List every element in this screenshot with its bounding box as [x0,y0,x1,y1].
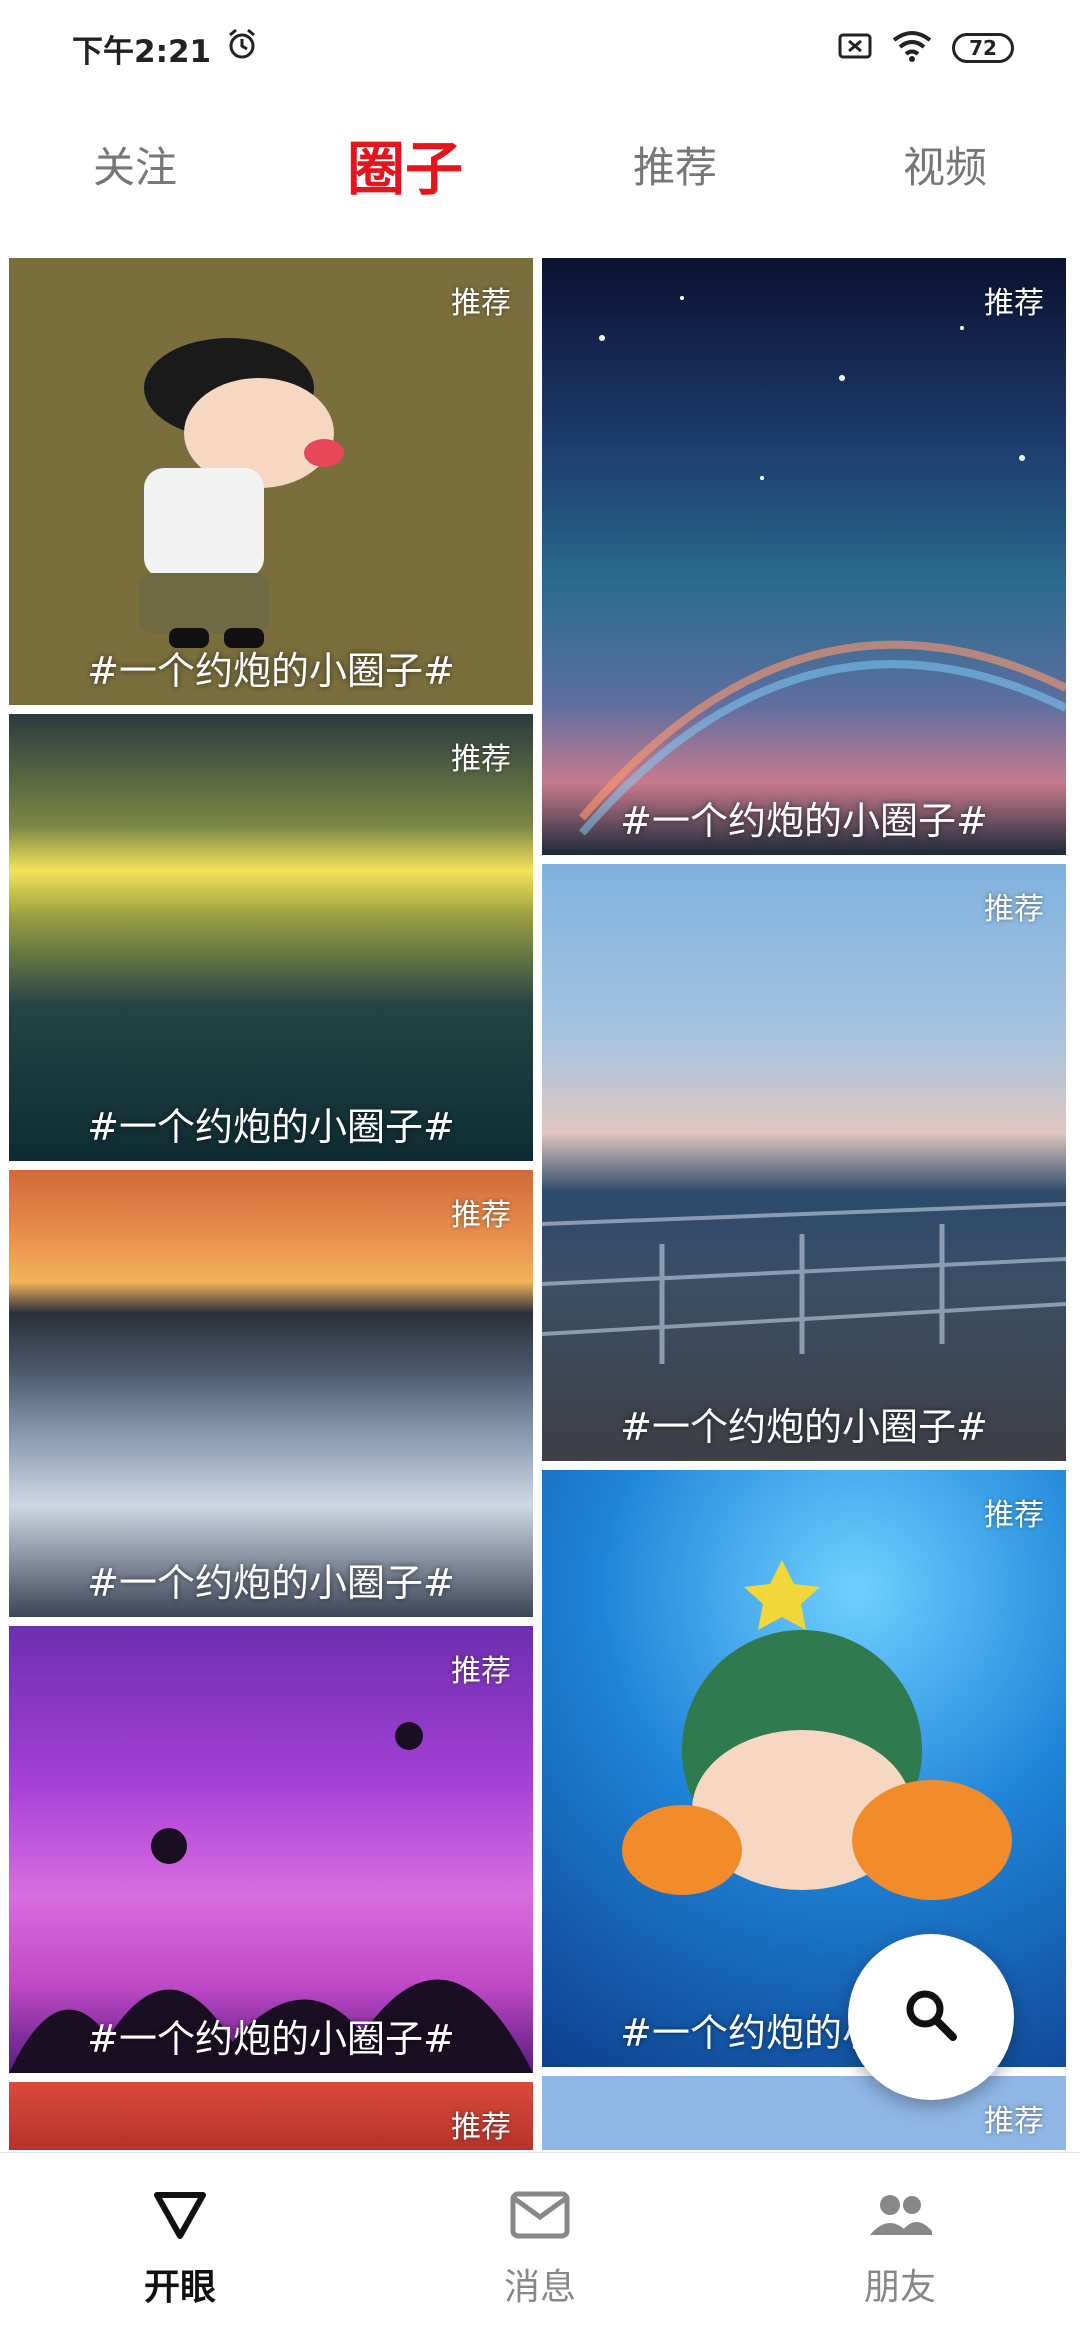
card-title: #一个约炮的小圈子# [87,1105,455,1149]
recommend-badge: 推荐 [984,1498,1044,1533]
bottom-nav: 开眼 消息 朋友 [0,2152,1080,2341]
sim-off-icon [838,32,872,64]
nav-label: 朋友 [863,2267,936,2308]
nav-item-kaiyan[interactable]: 开眼 [0,2153,360,2341]
search-fab-button[interactable] [848,1934,1014,2100]
battery-level: 72 [969,36,997,60]
recommend-badge: 推荐 [451,1198,511,1233]
card-image-sea-sunrise [9,714,533,1161]
recommend-badge: 推荐 [451,742,511,777]
status-time: 下午2:21 [72,33,212,70]
feed-card[interactable]: 推荐 #一个约炮的小圈子# [9,714,533,1161]
feed-card[interactable]: 推荐 [542,2076,1066,2150]
card-title: #一个约炮的小圈子# [620,1405,988,1449]
feed-card[interactable]: 推荐 #一个约炮的小圈子# [542,864,1066,1461]
nav-label: 消息 [503,2267,576,2308]
feed-card[interactable]: 推荐 #一个约炮的小圈子# [9,1626,533,2073]
card-image-cartoon-boy [9,258,533,705]
card-image-ship-deck [542,864,1066,1461]
card-title: #一个约炮的小圈子# [620,799,988,843]
top-tabs: 关注 圈子 推荐 视频 [0,96,1080,232]
card-title: #一个约炮的小圈子# [87,2017,455,2061]
nav-label: 开眼 [143,2267,216,2308]
card-image-fairy-silhouettes [9,1626,533,2073]
tab-video[interactable]: 视频 [810,134,1080,195]
status-right: 72 [838,30,1014,66]
alarm-icon [225,27,259,69]
search-icon [901,1985,961,2049]
mail-icon [510,2184,570,2246]
feed-card[interactable]: 推荐 #一个约炮的小圈子# [9,1170,533,1617]
feed-card[interactable]: 推荐 #一个约炮的小圈子# [542,258,1066,855]
status-bar: 下午2:21 72 [0,0,1080,96]
card-image-frozen-lake [9,1170,533,1617]
feed-card[interactable]: 推荐 [9,2082,533,2150]
nav-item-messages[interactable]: 消息 [360,2153,720,2341]
recommend-badge: 推荐 [984,2104,1044,2139]
feed-grid: 推荐 #一个约炮的小圈子# 推荐 #一个约炮的小圈子# 推荐 #一个约炮的小圈子… [0,258,1080,2150]
wifi-icon [892,30,932,66]
tab-circle[interactable]: 圈子 [270,122,540,206]
feed-card[interactable]: 推荐 #一个约炮的小圈子# [9,258,533,705]
nav-item-friends[interactable]: 朋友 [720,2153,1080,2341]
recommend-badge: 推荐 [451,2110,511,2145]
people-icon [866,2184,934,2246]
card-image-night-sky [542,258,1066,855]
recommend-badge: 推荐 [451,1654,511,1689]
tab-recommend[interactable]: 推荐 [540,134,810,195]
recommend-badge: 推荐 [451,286,511,321]
status-left: 下午2:21 [72,26,259,71]
recommend-badge: 推荐 [984,892,1044,927]
card-title: #一个约炮的小圈子# [87,649,455,693]
battery-icon: 72 [952,33,1014,63]
tab-follow[interactable]: 关注 [0,134,270,195]
triangle-logo-icon [153,2184,207,2246]
card-title: #一个约炮的小圈子# [87,1561,455,1605]
recommend-badge: 推荐 [984,286,1044,321]
